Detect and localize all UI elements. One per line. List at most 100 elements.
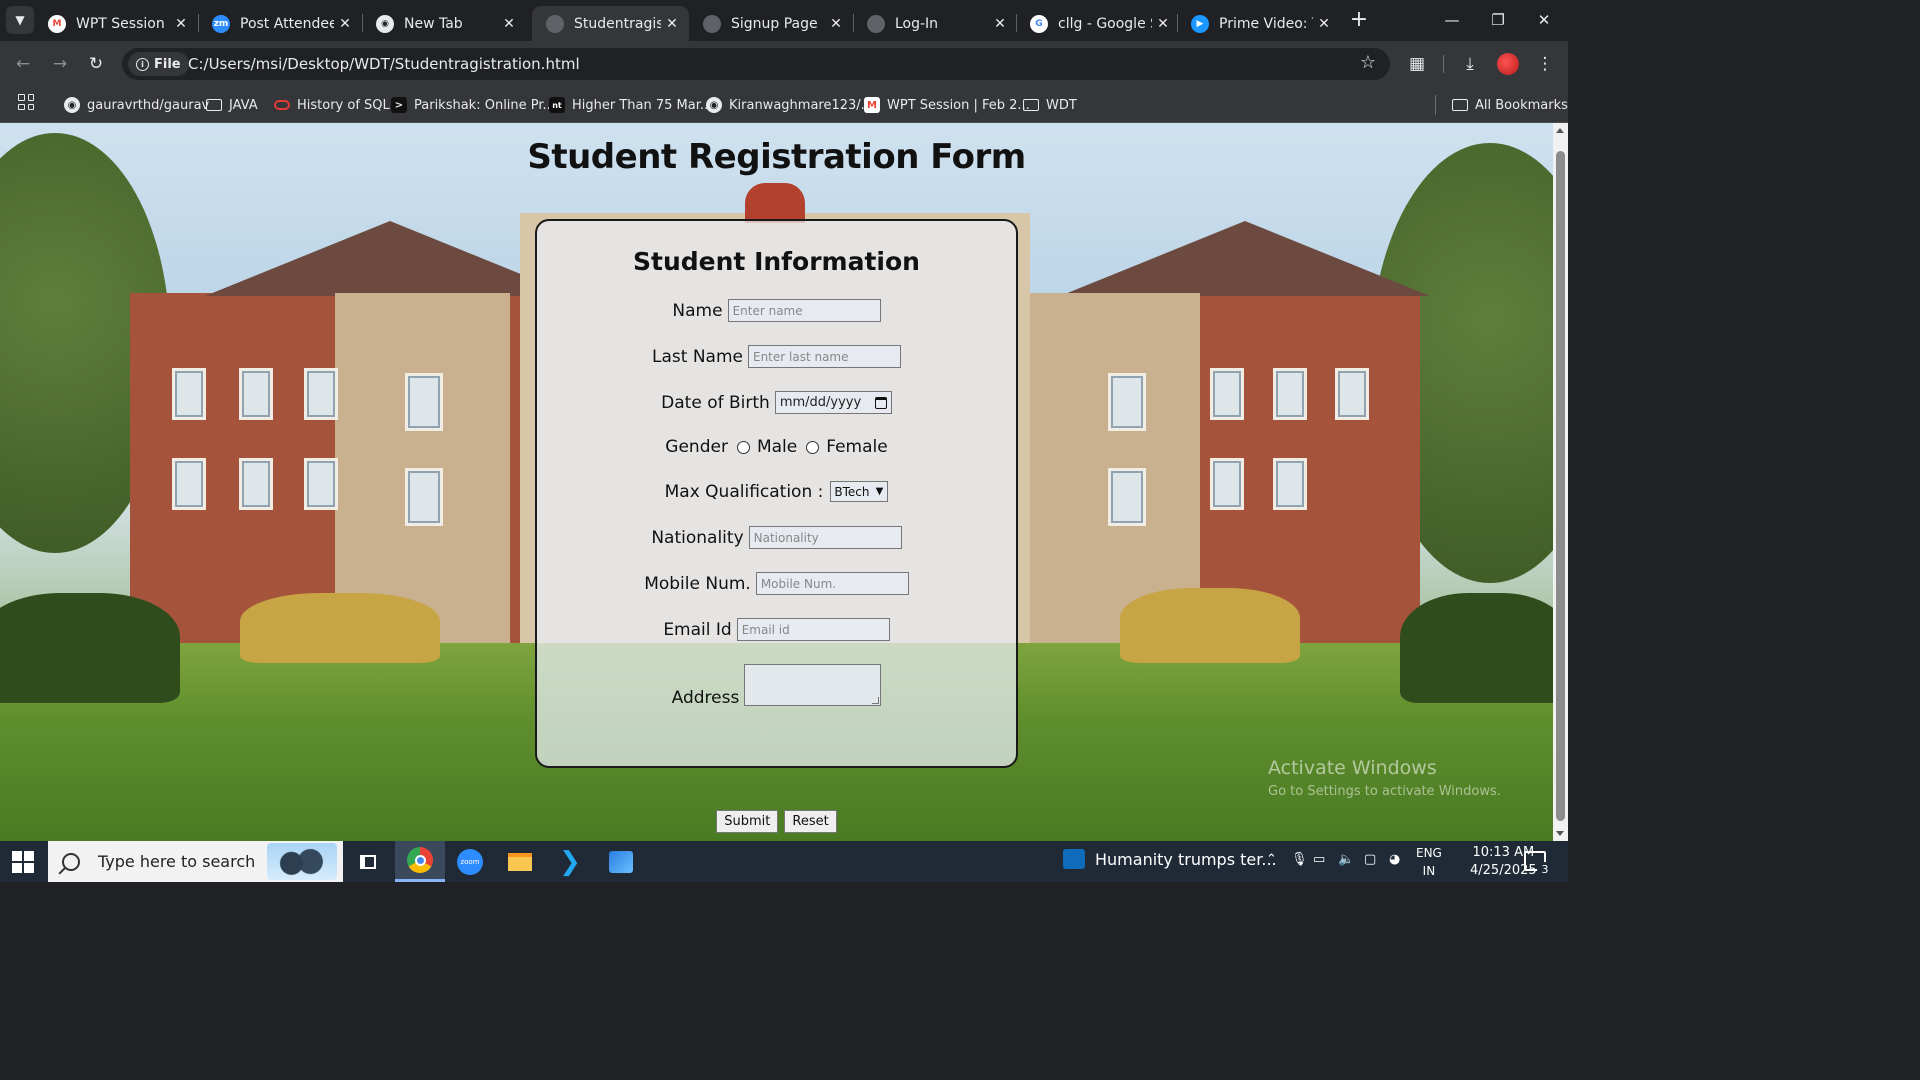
last-name-label: Last Name	[652, 346, 743, 367]
close-icon[interactable]: ✕	[170, 16, 192, 32]
dob-input[interactable]: mm/dd/yyyy	[774, 391, 892, 414]
gender-female-radio[interactable]	[806, 440, 820, 454]
all-bookmarks-button[interactable]: All Bookmarks	[1452, 95, 1568, 115]
tab-3-active[interactable]: Studentragistrati ✕	[532, 6, 689, 41]
scroll-up-icon[interactable]	[1556, 128, 1564, 133]
last-name-input[interactable]	[747, 345, 901, 368]
tab-search-chevron-icon[interactable]: ▼	[6, 6, 34, 34]
tab-title: Post Attendee - Z	[240, 15, 334, 32]
calendar-icon[interactable]	[874, 396, 887, 409]
language-indicator[interactable]: ENG IN	[1416, 844, 1442, 880]
close-icon[interactable]: ✕	[989, 16, 1011, 32]
name-row: Name	[537, 299, 1016, 322]
tab-2[interactable]: ◉ New Tab ✕	[362, 6, 526, 41]
vscode-icon[interactable]: ❯	[545, 841, 595, 882]
address-textarea[interactable]	[744, 664, 882, 706]
window-graphic	[1108, 468, 1146, 526]
close-icon[interactable]: ✕	[1313, 16, 1335, 32]
bookmark-item[interactable]: ◉ gauravrthd/gaurav	[64, 95, 209, 115]
window-close-icon[interactable]: ✕	[1531, 8, 1557, 32]
bookmark-item[interactable]: JAVA	[206, 95, 258, 115]
bookmark-item[interactable]: History of SQL	[274, 95, 390, 115]
nationality-row: Nationality	[537, 526, 1016, 549]
photos-app-icon[interactable]	[596, 841, 646, 882]
news-widget[interactable]: Humanity trumps ter...	[1063, 849, 1277, 869]
tab-title: WPT Session | Fe	[76, 15, 170, 32]
bookmark-item[interactable]: M WPT Session | Feb 2...	[864, 95, 1030, 115]
address-row: Address	[537, 664, 1016, 708]
tab-title: Signup Page	[731, 15, 818, 32]
submit-button[interactable]: Submit	[716, 810, 779, 833]
close-icon[interactable]: ✕	[1152, 16, 1174, 32]
hedge-graphic	[0, 593, 180, 703]
dob-row: Date of Birth mm/dd/yyyy	[537, 391, 1016, 414]
wifi-icon[interactable]: ◕	[1389, 852, 1400, 867]
bookmark-item[interactable]: ◉ Kiranwaghmare123/...	[706, 95, 873, 115]
url-text[interactable]: C:/Users/msi/Desktop/WDT/Studentragistra…	[188, 55, 580, 73]
new-tab-plus-icon[interactable]: +	[1346, 7, 1372, 33]
battery-icon[interactable]: ▭	[1313, 852, 1325, 867]
page-scrollbar[interactable]	[1553, 123, 1568, 841]
window-graphic	[172, 458, 206, 510]
tab-5[interactable]: Log-In ✕	[853, 6, 1017, 41]
github-icon: ◉	[706, 97, 722, 113]
close-icon[interactable]: ✕	[661, 16, 683, 32]
form-buttons: Submit Reset	[0, 810, 1553, 833]
window-graphic	[1210, 458, 1244, 510]
task-view-icon[interactable]	[343, 841, 393, 882]
email-input[interactable]	[736, 618, 890, 641]
bookmark-item[interactable]: nt Higher Than 75 Mar...	[549, 95, 712, 115]
file-explorer-icon[interactable]	[495, 841, 545, 882]
display-icon[interactable]: ▢	[1364, 852, 1376, 867]
back-arrow-icon[interactable]: ←	[10, 51, 36, 77]
reset-button[interactable]: Reset	[784, 810, 837, 833]
bookmark-star-icon[interactable]: ☆	[1360, 52, 1376, 73]
zoom-taskbar-icon[interactable]: zoom	[445, 841, 495, 882]
tab-0[interactable]: M WPT Session | Fe ✕	[34, 6, 198, 41]
globe-icon	[867, 14, 885, 33]
tab-4[interactable]: Signup Page ✕	[689, 6, 853, 41]
volume-icon[interactable]: 🔈	[1338, 852, 1354, 867]
scroll-down-icon[interactable]	[1556, 831, 1564, 836]
nationality-input[interactable]	[748, 526, 902, 549]
download-icon[interactable]: ⤓	[1457, 51, 1483, 77]
bookmark-item[interactable]: WDT	[1023, 95, 1077, 115]
microphone-icon[interactable]: 🎙	[1291, 852, 1308, 867]
bookmark-label: Parikshak: Online Pr...	[414, 97, 555, 113]
tab-6[interactable]: G cllg - Google Sea ✕	[1016, 6, 1180, 41]
scrollbar-thumb[interactable]	[1556, 151, 1565, 821]
folder-icon	[206, 99, 222, 111]
close-icon[interactable]: ✕	[334, 16, 356, 32]
windows-start-icon[interactable]	[12, 851, 34, 873]
close-icon[interactable]: ✕	[498, 16, 520, 32]
tab-1[interactable]: zm Post Attendee - Z ✕	[198, 6, 362, 41]
minimize-icon[interactable]: —	[1439, 8, 1465, 32]
gender-male-label: Male	[756, 437, 798, 457]
extensions-puzzle-icon[interactable]: ▦	[1404, 51, 1430, 77]
name-input[interactable]	[727, 299, 881, 322]
tab-7[interactable]: ▶ Prime Video: The ✕	[1177, 6, 1341, 41]
hedge-graphic	[240, 593, 440, 663]
show-hidden-icons-chevron-icon[interactable]: ⌃	[1266, 852, 1277, 867]
chrome-taskbar-icon[interactable]	[395, 841, 445, 882]
notification-count: 3	[1537, 862, 1553, 878]
qualification-select[interactable]: BTech ▼	[830, 481, 889, 502]
gmail-icon: M	[864, 97, 880, 113]
gender-male-radio[interactable]	[736, 440, 750, 454]
bookmark-item[interactable]: > Parikshak: Online Pr...	[391, 95, 555, 115]
reload-icon[interactable]: ↻	[83, 51, 109, 77]
resize-grip-icon[interactable]	[872, 697, 880, 704]
address-bar[interactable]: i File C:/Users/msi/Desktop/WDT/Studentr…	[122, 48, 1390, 80]
notification-center-icon[interactable]: 3	[1524, 851, 1553, 878]
site-info-chip[interactable]: i File	[128, 52, 189, 76]
mobile-input[interactable]	[755, 572, 909, 595]
restore-icon[interactable]: ❐	[1485, 8, 1511, 32]
taskbar-search[interactable]: Type here to search	[48, 841, 343, 882]
apps-grid-icon[interactable]	[18, 94, 34, 110]
toolbar-divider	[1443, 55, 1444, 73]
forward-arrow-icon[interactable]: →	[47, 51, 73, 77]
profile-avatar[interactable]	[1497, 53, 1519, 75]
gender-label: Gender	[665, 437, 728, 457]
close-icon[interactable]: ✕	[825, 16, 847, 32]
menu-kebab-icon[interactable]: ⋮	[1532, 51, 1558, 77]
